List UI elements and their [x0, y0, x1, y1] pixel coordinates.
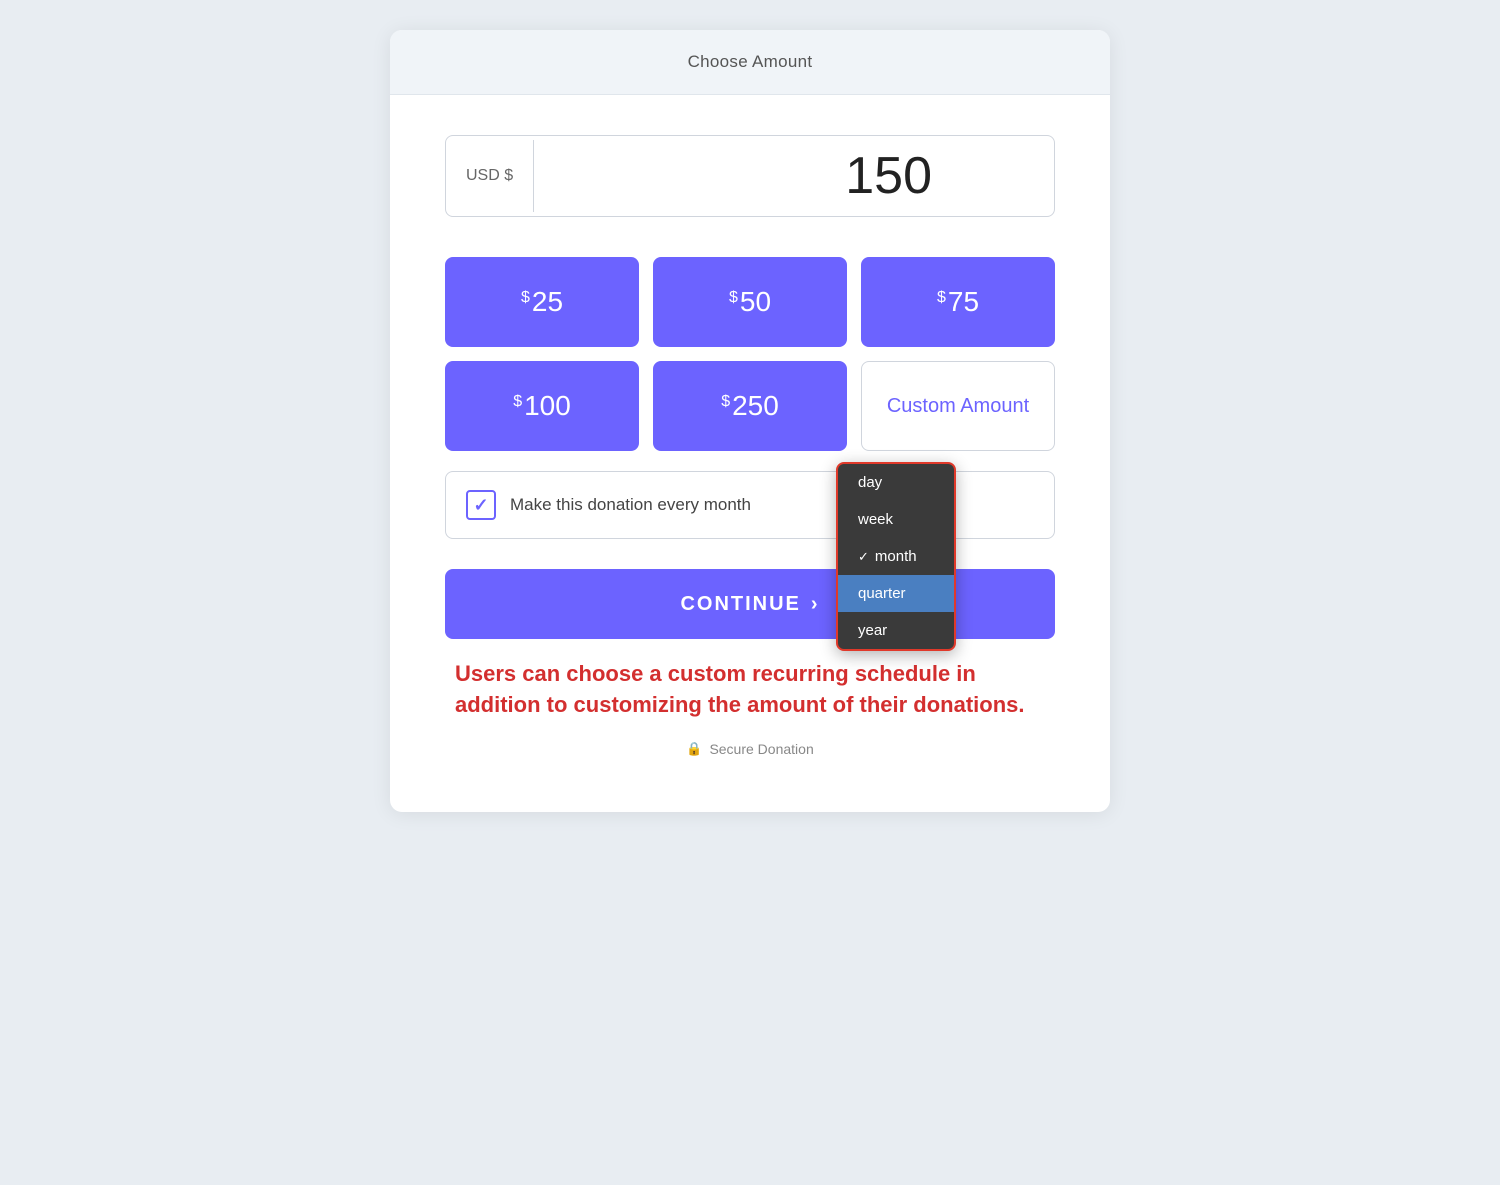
preset-grid: $ 25 $ 50 $ 75 $ 100 $ 250 Custom Amount: [445, 257, 1055, 451]
preset-100-button[interactable]: $ 100: [445, 361, 639, 451]
annotation-text: Users can choose a custom recurring sche…: [445, 659, 1055, 721]
preset-100-currency: $: [513, 393, 522, 411]
chevron-right-icon: ›: [811, 593, 820, 616]
preset-250-button[interactable]: $ 250: [653, 361, 847, 451]
preset-250-value: 250: [732, 390, 779, 422]
secure-row: 🔒 Secure Donation: [445, 741, 1055, 782]
recurring-checkbox[interactable]: ✓: [466, 490, 496, 520]
dropdown-year-label: year: [858, 622, 887, 639]
frequency-dropdown-overlay: day week ✓ month quarter year: [836, 462, 956, 651]
card-body: USD $ $ 25 $ 50 $ 75 $ 100 $ 250: [390, 95, 1110, 812]
preset-25-currency: $: [521, 289, 530, 307]
recurring-row: ✓ Make this donation every month day wee…: [445, 471, 1055, 539]
secure-label: Secure Donation: [709, 741, 813, 757]
frequency-dropdown[interactable]: day week ✓ month quarter year: [836, 462, 956, 651]
preset-50-currency: $: [729, 289, 738, 307]
dropdown-week[interactable]: week: [838, 501, 954, 538]
preset-75-value: 75: [948, 286, 979, 318]
recurring-label: Make this donation every month: [510, 495, 751, 515]
custom-amount-button[interactable]: Custom Amount: [861, 361, 1055, 451]
preset-250-currency: $: [721, 393, 730, 411]
card-header: Choose Amount: [390, 30, 1110, 95]
dropdown-month[interactable]: ✓ month: [838, 538, 954, 575]
donation-card: Choose Amount USD $ $ 25 $ 50 $ 75 $ 100: [390, 30, 1110, 812]
preset-25-value: 25: [532, 286, 563, 318]
dropdown-quarter[interactable]: quarter: [838, 575, 954, 612]
card-title: Choose Amount: [688, 52, 813, 71]
dropdown-day-label: day: [858, 474, 882, 491]
preset-100-value: 100: [524, 390, 571, 422]
preset-25-button[interactable]: $ 25: [445, 257, 639, 347]
lock-icon: 🔒: [686, 741, 702, 757]
dropdown-year[interactable]: year: [838, 612, 954, 649]
checkmark-icon: ✓: [473, 495, 488, 516]
preset-75-button[interactable]: $ 75: [861, 257, 1055, 347]
preset-50-button[interactable]: $ 50: [653, 257, 847, 347]
dropdown-day[interactable]: day: [838, 464, 954, 501]
currency-label: USD $: [446, 140, 534, 212]
amount-input[interactable]: [534, 136, 1055, 216]
dropdown-month-label: month: [875, 548, 917, 565]
continue-button[interactable]: CONTINUE ›: [445, 569, 1055, 639]
continue-label: CONTINUE: [680, 593, 800, 616]
amount-input-row: USD $: [445, 135, 1055, 217]
dropdown-week-label: week: [858, 511, 893, 528]
dropdown-month-check: ✓: [858, 549, 869, 565]
preset-50-value: 50: [740, 286, 771, 318]
custom-amount-label: Custom Amount: [887, 395, 1029, 418]
dropdown-quarter-label: quarter: [858, 585, 906, 602]
preset-75-currency: $: [937, 289, 946, 307]
